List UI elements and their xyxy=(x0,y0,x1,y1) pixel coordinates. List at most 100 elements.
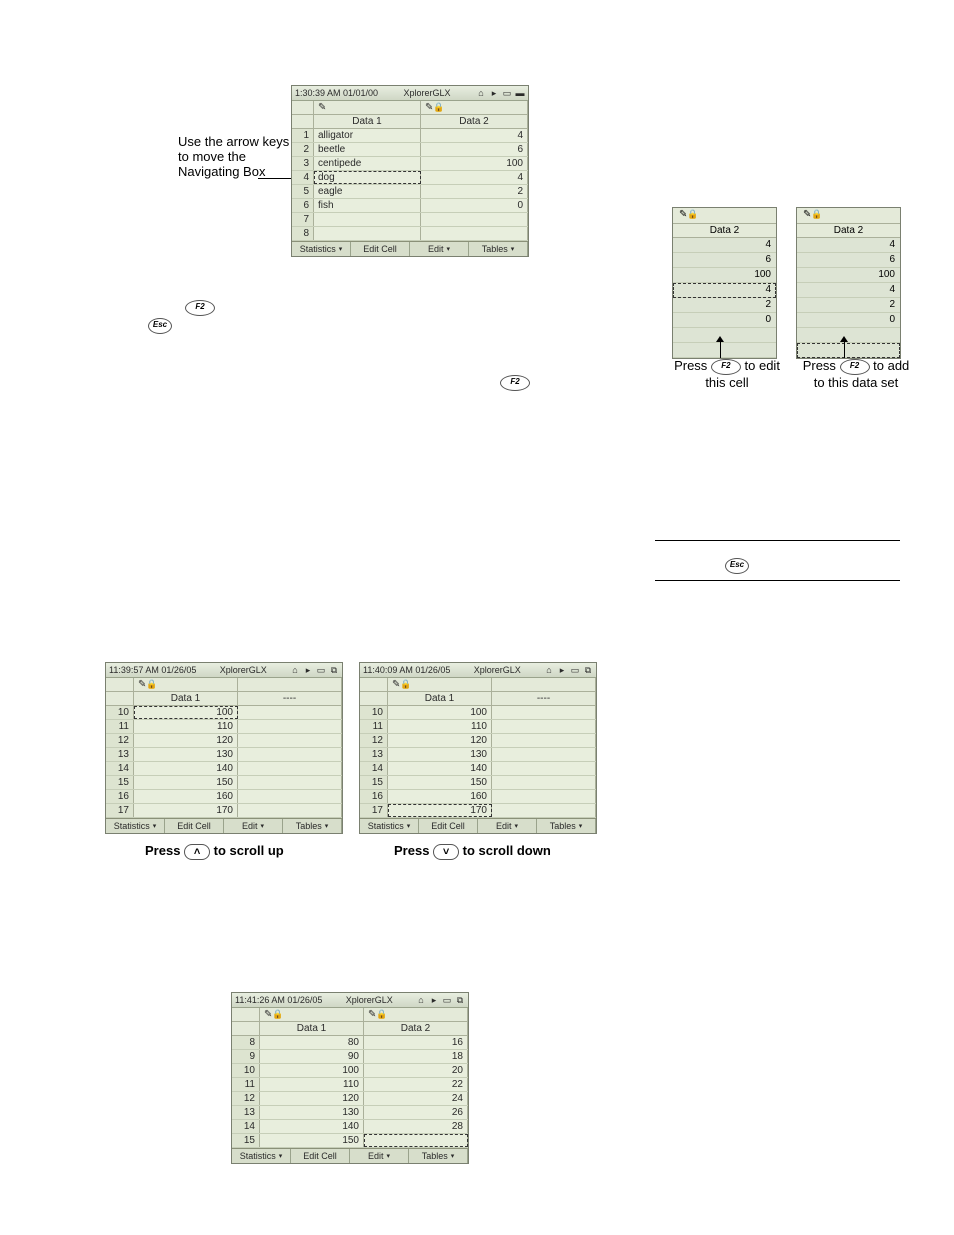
data-cell[interactable]: 150 xyxy=(260,1134,364,1147)
data-cell[interactable] xyxy=(421,213,528,226)
data-cell[interactable]: 6 xyxy=(673,253,776,268)
table-row[interactable]: 16160 xyxy=(360,790,596,804)
table-row[interactable]: 1313026 xyxy=(232,1106,468,1120)
table-row[interactable]: 14140 xyxy=(106,762,342,776)
data-cell[interactable]: 100 xyxy=(421,157,528,170)
file-icon[interactable]: ▭ xyxy=(442,995,452,1005)
table-row[interactable]: 14140 xyxy=(360,762,596,776)
edit-button[interactable]: Edit▾ xyxy=(478,819,537,833)
data-cell[interactable]: 110 xyxy=(260,1078,364,1091)
table-row[interactable]: 11110 xyxy=(106,720,342,734)
statistics-button[interactable]: Statistics▾ xyxy=(106,819,165,833)
column-header[interactable]: ---- xyxy=(238,692,342,705)
data-cell[interactable]: 80 xyxy=(260,1036,364,1049)
data-cell[interactable] xyxy=(492,776,596,789)
data-cell[interactable]: 130 xyxy=(134,748,238,761)
file-icon[interactable]: ▭ xyxy=(316,665,326,675)
file-icon[interactable]: ▭ xyxy=(502,88,512,98)
data-cell[interactable]: 24 xyxy=(364,1092,468,1105)
data-cell[interactable]: 2 xyxy=(797,298,900,313)
table-row[interactable]: 1414028 xyxy=(232,1120,468,1134)
table-row[interactable]: 6fish0 xyxy=(292,199,528,213)
table-row[interactable]: 7 xyxy=(292,213,528,227)
data-cell[interactable] xyxy=(364,1134,468,1147)
edit-button[interactable]: Edit▾ xyxy=(350,1149,409,1163)
data-cell[interactable] xyxy=(797,343,900,358)
data-cell[interactable] xyxy=(492,748,596,761)
play-icon[interactable]: ▸ xyxy=(489,88,499,98)
data-cell[interactable]: alligator xyxy=(314,129,421,142)
data-cell[interactable] xyxy=(492,804,596,817)
data-cell[interactable]: beetle xyxy=(314,143,421,156)
data-cell[interactable]: 18 xyxy=(364,1050,468,1063)
table-row[interactable]: 1111022 xyxy=(232,1078,468,1092)
data-cell[interactable] xyxy=(238,734,342,747)
tables-button[interactable]: Tables▾ xyxy=(283,819,342,833)
column-header[interactable]: ---- xyxy=(492,692,596,705)
tables-button[interactable]: Tables▾ xyxy=(537,819,596,833)
table-row[interactable]: 88016 xyxy=(232,1036,468,1050)
data-cell[interactable]: 160 xyxy=(388,790,492,803)
column-header[interactable]: Data 1 xyxy=(314,115,421,128)
data-cell[interactable]: 6 xyxy=(421,143,528,156)
statistics-button[interactable]: Statistics▾ xyxy=(292,242,351,256)
data-cell[interactable]: 120 xyxy=(134,734,238,747)
data-cell[interactable]: 4 xyxy=(673,238,776,253)
data-cell[interactable] xyxy=(238,762,342,775)
home-icon[interactable]: ⌂ xyxy=(544,665,554,675)
data-cell[interactable] xyxy=(673,328,776,343)
data-cell[interactable]: 160 xyxy=(134,790,238,803)
data-cell[interactable]: 26 xyxy=(364,1106,468,1119)
table-row[interactable]: 15150 xyxy=(106,776,342,790)
data-cell[interactable] xyxy=(314,213,421,226)
data-cell[interactable] xyxy=(673,343,776,358)
data-cell[interactable]: 90 xyxy=(260,1050,364,1063)
data-cell[interactable]: 130 xyxy=(260,1106,364,1119)
data-cell[interactable] xyxy=(492,790,596,803)
data-cell[interactable] xyxy=(238,720,342,733)
data-cell[interactable]: 4 xyxy=(797,283,900,298)
data-cell[interactable]: 140 xyxy=(260,1120,364,1133)
data-cell[interactable]: 140 xyxy=(388,762,492,775)
data-cell[interactable]: 2 xyxy=(421,185,528,198)
table-row[interactable]: 15150 xyxy=(232,1134,468,1148)
table-row[interactable]: 99018 xyxy=(232,1050,468,1064)
table-row[interactable]: 17170 xyxy=(106,804,342,818)
column-header[interactable]: Data 1 xyxy=(260,1022,364,1035)
data-cell[interactable]: 150 xyxy=(388,776,492,789)
data-cell[interactable]: 130 xyxy=(388,748,492,761)
data-cell[interactable] xyxy=(238,804,342,817)
table-row[interactable]: 3centipede100 xyxy=(292,157,528,171)
data-cell[interactable]: eagle xyxy=(314,185,421,198)
data-cell[interactable]: 110 xyxy=(134,720,238,733)
table-row[interactable]: 5eagle2 xyxy=(292,185,528,199)
data-cell[interactable]: 28 xyxy=(364,1120,468,1133)
column-header[interactable]: Data 1 xyxy=(134,692,238,705)
data-cell[interactable]: 100 xyxy=(134,706,238,719)
table-row[interactable]: 17170 xyxy=(360,804,596,818)
data-cell[interactable] xyxy=(238,706,342,719)
data-cell[interactable] xyxy=(492,734,596,747)
data-cell[interactable] xyxy=(238,776,342,789)
table-row[interactable]: 10100 xyxy=(106,706,342,720)
edit-cell-button[interactable]: Edit Cell xyxy=(419,819,478,833)
table-row[interactable]: 16160 xyxy=(106,790,342,804)
table-row[interactable]: 11110 xyxy=(360,720,596,734)
table-row[interactable]: 12120 xyxy=(360,734,596,748)
data-cell[interactable]: 4 xyxy=(673,283,776,298)
home-icon[interactable]: ⌂ xyxy=(416,995,426,1005)
play-icon[interactable]: ▸ xyxy=(429,995,439,1005)
data-cell[interactable]: 4 xyxy=(797,238,900,253)
table-row[interactable]: 13130 xyxy=(360,748,596,762)
tables-button[interactable]: Tables▾ xyxy=(469,242,528,256)
table-row[interactable]: 12120 xyxy=(106,734,342,748)
data-cell[interactable]: 2 xyxy=(673,298,776,313)
edit-button[interactable]: Edit▾ xyxy=(224,819,283,833)
data-cell[interactable]: 4 xyxy=(421,171,528,184)
data-cell[interactable]: 170 xyxy=(134,804,238,817)
data-cell[interactable]: centipede xyxy=(314,157,421,170)
edit-cell-button[interactable]: Edit Cell xyxy=(351,242,410,256)
table-row[interactable]: 15150 xyxy=(360,776,596,790)
home-icon[interactable]: ⌂ xyxy=(290,665,300,675)
play-icon[interactable]: ▸ xyxy=(303,665,313,675)
